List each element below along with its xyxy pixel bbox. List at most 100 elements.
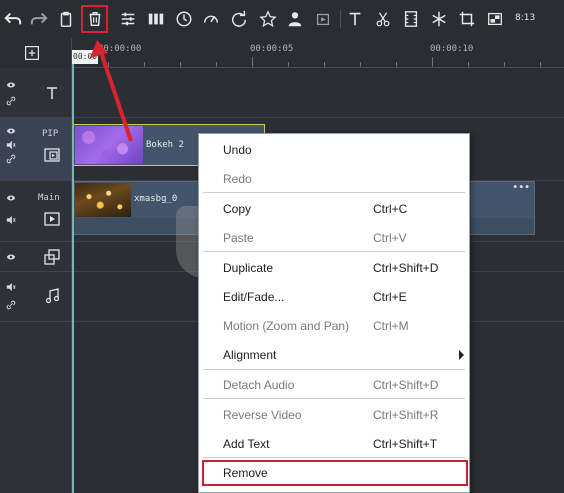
ruler-label: 00:00:10 — [430, 44, 474, 54]
menu-item-motion[interactable]: Motion (Zoom and Pan) Ctrl+M — [199, 312, 469, 340]
speaker-icon[interactable] — [6, 282, 16, 292]
rotate-icon[interactable] — [228, 8, 250, 30]
text-track-icon — [44, 85, 60, 101]
menu-item-paste[interactable]: Paste Ctrl+V — [199, 224, 469, 252]
menu-item-shortcut: Ctrl+V — [373, 231, 407, 245]
eye-icon[interactable] — [6, 80, 16, 90]
person-icon[interactable] — [284, 8, 306, 30]
menu-item-edit-fade[interactable]: Edit/Fade... Ctrl+E — [199, 283, 469, 311]
pip-clip-name: Bokeh 2 — [146, 140, 184, 150]
toolbar: 8:13 — [0, 0, 564, 39]
menu-separator — [203, 251, 465, 252]
menu-item-duplicate[interactable]: Duplicate Ctrl+Shift+D — [199, 254, 469, 282]
ruler-tick — [252, 57, 253, 67]
eye-icon[interactable] — [6, 193, 16, 203]
menu-item-shortcut: Ctrl+Shift+R — [373, 408, 439, 422]
ruler-tick — [468, 62, 469, 67]
ruler-label: 00:00:05 — [250, 44, 294, 54]
track-header-text[interactable] — [0, 68, 72, 118]
menu-item-detach-audio[interactable]: Detach Audio Ctrl+Shift+D — [199, 371, 469, 399]
duration-label: 8:13 — [515, 13, 536, 23]
track-header-audio[interactable] — [0, 272, 72, 322]
paste-icon[interactable] — [55, 8, 77, 30]
speaker-icon[interactable] — [6, 215, 16, 225]
track-label-pip: PIP — [42, 129, 59, 139]
menu-item-shortcut: Ctrl+Shift+D — [373, 378, 439, 392]
menu-item-reverse-video[interactable]: Reverse Video Ctrl+Shift+R — [199, 401, 469, 429]
playhead-time[interactable]: 00:00 — [72, 50, 98, 64]
eye-icon[interactable] — [6, 126, 16, 136]
ruler-tick — [396, 62, 397, 67]
ruler-tick — [288, 62, 289, 67]
cut-icon[interactable] — [372, 8, 394, 30]
ruler-corner — [0, 38, 72, 68]
ruler-tick — [504, 62, 505, 67]
crop-frame-icon[interactable] — [312, 8, 334, 30]
ruler-tick — [432, 57, 433, 67]
menu-item-alignment[interactable]: Alignment — [199, 341, 469, 369]
link-icon[interactable] — [6, 300, 16, 310]
menu-item-label: Duplicate — [223, 261, 274, 275]
track-header-overlay[interactable] — [0, 242, 72, 272]
undo-icon[interactable] — [2, 8, 24, 30]
music-track-icon — [44, 288, 60, 304]
crop-icon[interactable] — [456, 8, 478, 30]
track-label-main: Main — [38, 193, 60, 203]
lane-text[interactable] — [72, 68, 564, 118]
menu-item-label: Redo — [223, 172, 252, 186]
timeline-ruler[interactable]: 00:00:00 00:00:05 00:00:10 — [72, 38, 564, 68]
video-track-icon — [44, 211, 60, 227]
link-icon[interactable] — [6, 154, 16, 164]
menu-item-label: Alignment — [223, 348, 277, 362]
remove-highlight-box — [202, 460, 468, 486]
menu-item-label: Paste — [223, 231, 254, 245]
ruler-label: 00:00:00 — [98, 44, 142, 54]
freeze-icon[interactable] — [428, 8, 450, 30]
menu-item-undo[interactable]: Undo — [199, 136, 469, 164]
link-icon[interactable] — [6, 96, 16, 106]
playhead-line[interactable] — [72, 64, 74, 493]
delete-highlight-box — [81, 5, 108, 33]
favorite-icon[interactable] — [257, 8, 279, 30]
menu-item-add-text[interactable]: Add Text Ctrl+Shift+T — [199, 430, 469, 458]
menu-item-copy[interactable]: Copy Ctrl+C — [199, 195, 469, 223]
menu-separator — [203, 369, 465, 370]
menu-separator — [203, 398, 465, 399]
pip-track-icon — [44, 147, 60, 163]
split-icon[interactable] — [145, 8, 167, 30]
ruler-tick — [324, 62, 325, 67]
add-track-icon[interactable] — [24, 45, 40, 61]
adjust-icon[interactable] — [117, 8, 139, 30]
mosaic-icon[interactable] — [484, 8, 506, 30]
main-clip-thumbnail — [75, 183, 131, 217]
track-header-empty — [0, 322, 72, 493]
menu-item-redo[interactable]: Redo — [199, 165, 469, 193]
ruler-tick — [540, 62, 541, 67]
menu-item-label: Detach Audio — [223, 378, 295, 392]
menu-item-label: Undo — [223, 143, 252, 157]
menu-separator — [203, 457, 465, 458]
menu-item-shortcut: Ctrl+Shift+T — [373, 437, 438, 451]
ruler-tick — [216, 62, 217, 67]
ruler-tick — [144, 62, 145, 67]
gauge-icon[interactable] — [200, 8, 222, 30]
redo-icon[interactable] — [28, 8, 50, 30]
menu-item-label: Add Text — [223, 437, 270, 451]
menu-item-label: Edit/Fade... — [223, 290, 285, 304]
track-header-main[interactable]: Main — [0, 181, 72, 242]
menu-separator — [203, 192, 465, 193]
text-icon[interactable] — [344, 8, 366, 30]
menu-item-label: Copy — [223, 202, 252, 216]
toolbar-separator — [340, 10, 341, 28]
clip-more-icon[interactable]: ••• — [512, 182, 530, 193]
menu-item-shortcut: Ctrl+Shift+D — [373, 261, 439, 275]
context-menu: Undo Redo Copy Ctrl+C Paste Ctrl+V Dupli… — [198, 133, 470, 493]
ruler-tick — [108, 62, 109, 67]
speed-icon[interactable] — [173, 8, 195, 30]
main-clip-name: xmasbg_0 — [134, 194, 178, 204]
speaker-icon[interactable] — [6, 140, 16, 150]
track-header-pip[interactable]: PIP — [0, 118, 72, 181]
menu-item-shortcut: Ctrl+E — [373, 290, 407, 304]
eye-icon[interactable] — [6, 252, 16, 262]
film-icon[interactable] — [400, 8, 422, 30]
